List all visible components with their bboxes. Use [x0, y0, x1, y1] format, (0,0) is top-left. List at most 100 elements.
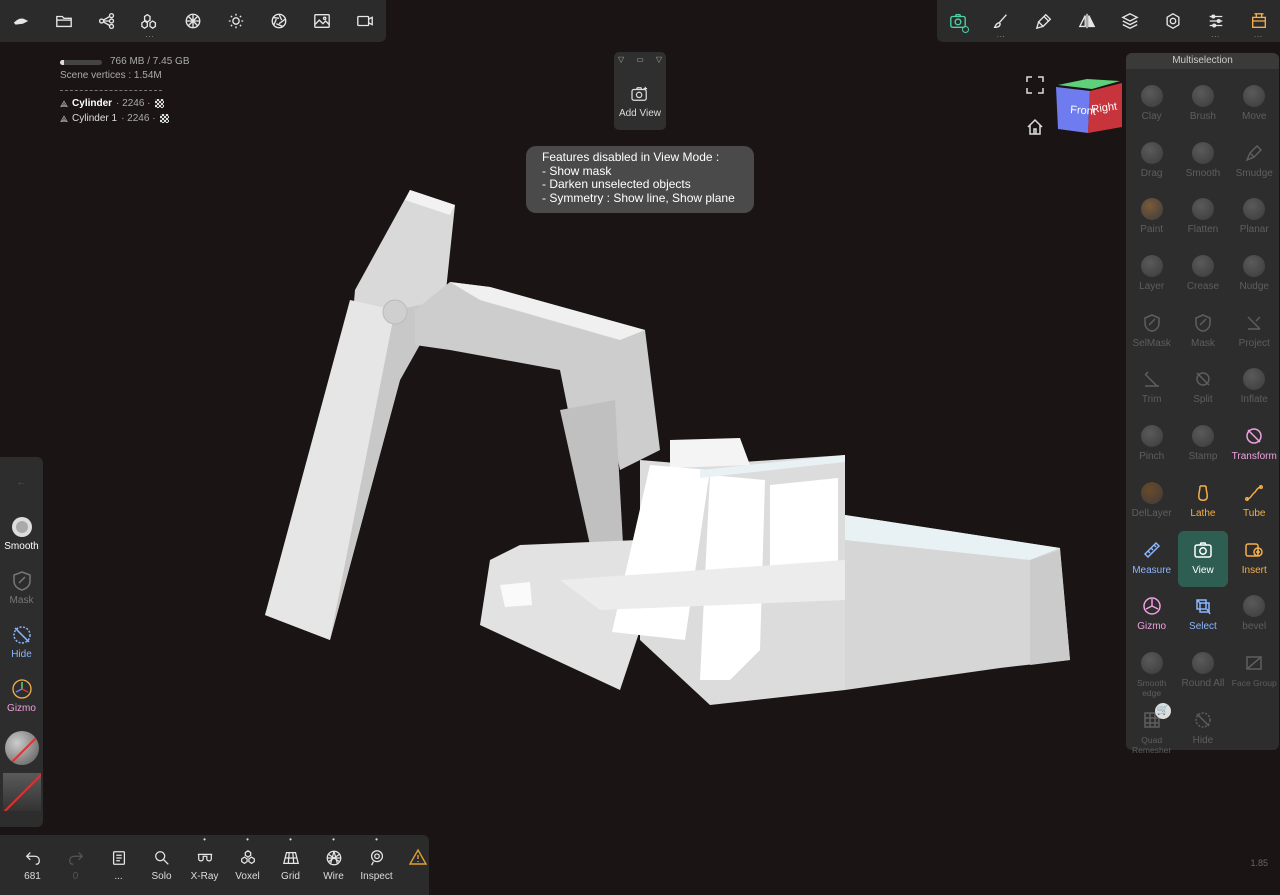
tool-insert-button[interactable]: Insert	[1230, 531, 1279, 588]
tool-select-button[interactable]: Select	[1178, 587, 1227, 644]
tool-selmask-label: SelMask	[1132, 337, 1171, 349]
stroke-icon[interactable]	[1023, 0, 1066, 42]
fullscreen-icon[interactable]	[1026, 76, 1044, 94]
inspect-button[interactable]: • Inspect	[355, 835, 398, 895]
add-view-button[interactable]	[614, 86, 666, 102]
tool-tube-icon	[1243, 482, 1265, 504]
tool-paint-button[interactable]: Paint	[1127, 190, 1176, 247]
tooltip-line: - Darken unselected objects	[542, 177, 691, 192]
bottom-toolbar: 681 0 ... Solo • X-Ray • Voxel • Grid • …	[0, 835, 429, 895]
multires-icon[interactable]: ...	[129, 0, 172, 42]
background-image-icon[interactable]	[300, 0, 343, 42]
redo-button[interactable]: 0	[54, 835, 97, 895]
mask-button[interactable]: Mask	[0, 561, 43, 615]
lighting-icon[interactable]	[214, 0, 257, 42]
tool-transform-icon	[1243, 425, 1265, 447]
tool-view-button[interactable]: View	[1178, 530, 1228, 588]
dropdown-icon[interactable]: ▽	[656, 55, 662, 64]
tool-round-all-button[interactable]: Round All	[1178, 644, 1227, 701]
tool-face-group-button[interactable]: Face Group	[1230, 644, 1279, 701]
tool-move-button[interactable]: Move	[1230, 77, 1279, 134]
tool-pinch-button[interactable]: Pinch	[1127, 417, 1176, 474]
tool-smooth-button[interactable]: Smooth	[1178, 134, 1227, 191]
warning-icon[interactable]	[409, 848, 427, 866]
collapse-icon[interactable]: ▽	[618, 55, 624, 64]
solo-icon	[154, 850, 169, 865]
history-icon	[112, 850, 125, 865]
tool-crease-button[interactable]: Crease	[1178, 247, 1227, 304]
tool-quad-remesher-button[interactable]: Quad Remesher 🛒	[1127, 701, 1176, 758]
tool-gizmo-button[interactable]: Gizmo	[1127, 587, 1176, 644]
tool-smooth-edge-button[interactable]: Smooth edge	[1127, 644, 1176, 701]
tool-planar-button[interactable]: Planar	[1230, 190, 1279, 247]
grid-button[interactable]: • Grid	[269, 835, 312, 895]
gizmo-icon	[11, 679, 32, 699]
tool-view-label: View	[1192, 564, 1214, 576]
tool-inflate-button[interactable]: Inflate	[1230, 360, 1279, 417]
voxel-label: Voxel	[235, 870, 260, 882]
tooltip-line: - Symmetry : Show line, Show plane	[542, 191, 735, 206]
settings-icon[interactable]	[1151, 0, 1194, 42]
more-label: ...	[114, 870, 123, 882]
solo-label: Solo	[151, 870, 172, 882]
tool-drag-button[interactable]: Drag	[1127, 134, 1176, 191]
sliders-icon[interactable]: ...	[1194, 0, 1237, 42]
symmetry-icon[interactable]	[1066, 0, 1109, 42]
undo-button[interactable]: 681	[11, 835, 54, 895]
navigation-cube[interactable]: Front Right	[1054, 75, 1124, 135]
brush-icon[interactable]: ...	[980, 0, 1023, 42]
tool-mask-button[interactable]: Mask	[1178, 304, 1227, 361]
material-preview[interactable]	[4, 731, 39, 765]
tool-bevel-button[interactable]: bevel	[1230, 587, 1279, 644]
tool-paint-label: Paint	[1140, 224, 1164, 236]
tool-smudge-button[interactable]: Smudge	[1230, 134, 1279, 191]
view-camera-icon[interactable]	[937, 0, 980, 42]
tool-clay-button[interactable]: Clay	[1127, 77, 1176, 134]
tool-nudge-button[interactable]: Nudge	[1230, 247, 1279, 304]
smooth-button[interactable]: Smooth	[0, 507, 43, 561]
tool-brush-button[interactable]: Brush	[1178, 77, 1227, 134]
tool-layer-button[interactable]: Layer	[1127, 247, 1176, 304]
tool-tube-button[interactable]: Tube	[1230, 474, 1279, 531]
tool-round-all-icon	[1191, 651, 1214, 674]
hide-button[interactable]: Hide	[0, 615, 43, 669]
tool-flatten-button[interactable]: Flatten	[1178, 190, 1227, 247]
solo-button[interactable]: Solo	[140, 835, 183, 895]
voxel-button[interactable]: • Voxel	[226, 835, 269, 895]
left-quick-bar: ← Smooth Mask Hide Gizmo	[0, 457, 43, 827]
tool-measure-button[interactable]: Measure	[1127, 531, 1176, 588]
tool-selmask-button[interactable]: SelMask	[1127, 304, 1176, 361]
texture-preview[interactable]	[2, 773, 41, 811]
tool-lathe-label: Lathe	[1190, 507, 1216, 519]
tool-face-group-label: Face Group	[1231, 677, 1277, 688]
folder-icon[interactable]	[43, 0, 86, 42]
voxel-icon	[240, 849, 255, 864]
tool-project-button[interactable]: Project	[1230, 304, 1279, 361]
home-icon[interactable]	[0, 0, 43, 42]
shading-icon[interactable]	[257, 0, 300, 42]
camera-icon[interactable]	[343, 0, 386, 42]
layers-icon[interactable]	[1109, 0, 1152, 42]
tool-split-button[interactable]: Split	[1178, 360, 1227, 417]
object-row[interactable]: ⟁ Cylinder · 2246 ·	[60, 96, 190, 111]
scene-graph-icon[interactable]	[86, 0, 129, 42]
tool-drag-label: Drag	[1140, 167, 1163, 179]
tool-hide-button[interactable]: Hide	[1178, 701, 1227, 758]
history-button[interactable]: ...	[97, 835, 140, 895]
gizmo-button[interactable]: Gizmo	[0, 669, 43, 723]
tool-stamp-button[interactable]: Stamp	[1178, 417, 1227, 474]
tool-trim-button[interactable]: Trim	[1127, 360, 1176, 417]
xray-button[interactable]: • X-Ray	[183, 835, 226, 895]
topology-icon[interactable]	[172, 0, 215, 42]
tool-transform-button[interactable]: Transform	[1230, 417, 1279, 474]
tool-dellayer-button[interactable]: DelLayer	[1127, 474, 1176, 531]
home-view-icon[interactable]	[1026, 118, 1044, 136]
object-row[interactable]: ⟁ Cylinder 1 · 2246 ·	[60, 111, 190, 126]
panel-title: Multiselection	[1126, 53, 1279, 69]
interface-icon[interactable]: ...	[1237, 0, 1280, 42]
expand-arrow-icon[interactable]: ←	[0, 457, 43, 507]
tool-planar-label: Planar	[1239, 224, 1269, 236]
tool-lathe-button[interactable]: Lathe	[1178, 474, 1227, 531]
smooth-label: Smooth	[4, 541, 39, 552]
wire-button[interactable]: • Wire	[312, 835, 355, 895]
